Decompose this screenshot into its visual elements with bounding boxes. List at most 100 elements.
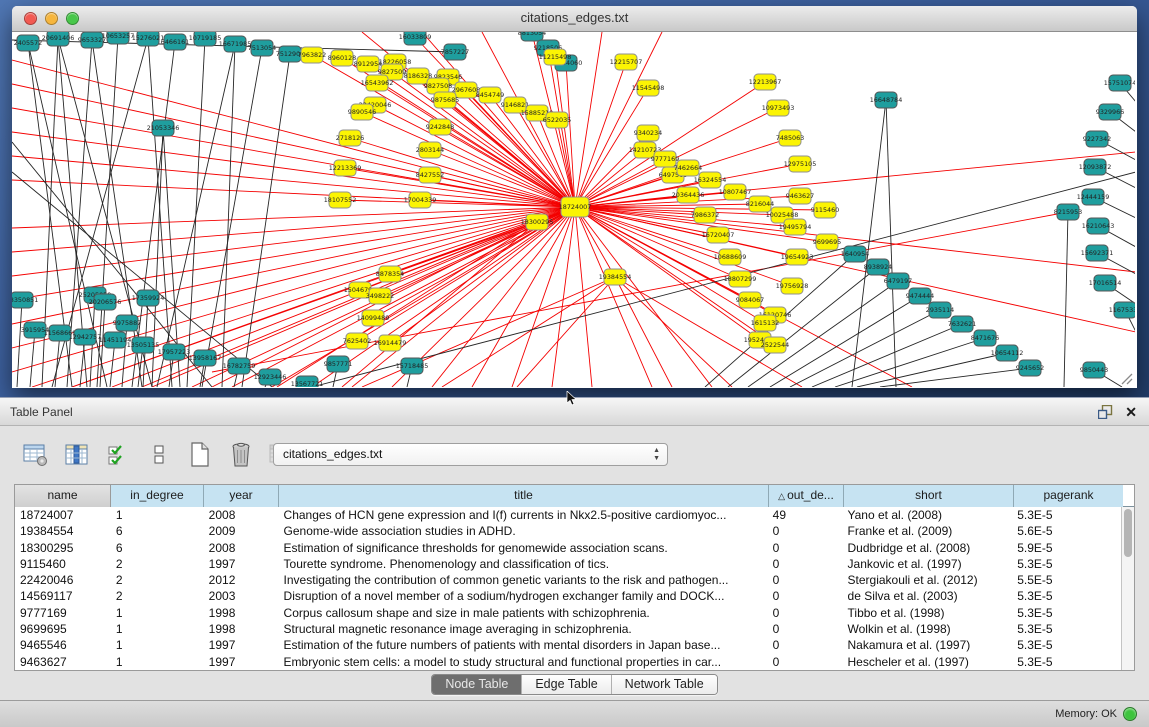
table-cell: 18724007 (15, 507, 111, 523)
citation-network-graph[interactable]: 2405572206914069653327106532571527602164… (12, 32, 1135, 387)
table-select-dropdown[interactable]: citations_edges.txt ▲▼ (273, 443, 668, 466)
select-column-button[interactable] (63, 441, 91, 469)
column-header-title[interactable]: title (279, 485, 769, 507)
table-cell: 14569117 (15, 588, 111, 604)
table-cell: 1997 (204, 637, 279, 653)
table-cell: 9115460 (15, 556, 111, 572)
table-cell: 2012 (204, 572, 279, 588)
cytoscape-desktop: citations_edges.txt 24055722069140696533… (0, 0, 1149, 727)
table-tabbar: Node TableEdge TableNetwork Table (0, 674, 1149, 696)
table-cell: Dudbridge et al. (2008) (843, 540, 1013, 556)
table-cell: 6 (111, 523, 204, 539)
scrollbar-thumb[interactable] (1124, 509, 1132, 557)
table-cell: 9463627 (15, 654, 111, 670)
network-node-label: 9115460 (811, 206, 839, 214)
tab-edge-table[interactable]: Edge Table (521, 675, 610, 694)
network-node-label: 15692371 (1081, 249, 1114, 257)
network-node-label: 10653257 (102, 32, 135, 40)
network-node-label: 1640954 (841, 250, 869, 258)
network-node-label: 18300295 (521, 218, 554, 226)
network-node-label: 9474444 (906, 292, 934, 300)
network-node-label: 2718126 (336, 134, 364, 142)
network-node-label: 7485063 (776, 134, 804, 142)
table-cell: Jankovic et al. (1997) (843, 556, 1013, 572)
network-node-label: 9146821 (501, 101, 529, 109)
table-row[interactable]: 1872400712008Changes of HCN gene express… (15, 507, 1121, 523)
column-header-year[interactable]: year (204, 485, 279, 507)
network-node-label: 19495794 (779, 223, 812, 231)
table-row[interactable]: 1938455462009Genome-wide association stu… (15, 523, 1121, 539)
network-node-label: 9890546 (348, 108, 376, 116)
table-row[interactable]: 1456911722003Disruption of a novel membe… (15, 588, 1121, 604)
deselect-all-button[interactable] (145, 441, 173, 469)
network-node-label: 15718485 (396, 362, 429, 370)
vertical-scrollbar[interactable] (1121, 507, 1134, 670)
column-header-in_degree[interactable]: in_degree (111, 485, 204, 507)
dropdown-stepper-icon: ▲▼ (653, 447, 660, 463)
network-node-label: 10719185 (189, 34, 222, 42)
network-node-label: 2522544 (761, 341, 789, 349)
network-node-label: 9777169 (651, 155, 679, 163)
select-all-button[interactable] (104, 441, 132, 469)
network-node-label: 7632621 (948, 320, 976, 328)
table-cell: 0 (768, 556, 843, 572)
table-row[interactable]: 911546021997Tourette syndrome. Phenomeno… (15, 556, 1121, 572)
column-header-short[interactable]: short (844, 485, 1014, 507)
table-row[interactable]: 977716911998Corpus callosum shape and si… (15, 605, 1121, 621)
network-node-label: 18350851 (12, 296, 38, 304)
table-header-row: namein_degreeyeartitle△out_de...shortpag… (15, 485, 1134, 507)
column-header-name[interactable]: name (15, 485, 111, 507)
table-cell: 0 (768, 523, 843, 539)
network-node-label: 8471676 (971, 334, 999, 342)
table-cell: 0 (768, 637, 843, 653)
table-select-value: citations_edges.txt (283, 447, 382, 461)
table-cell: 5.3E-5 (1012, 621, 1121, 637)
memory-status-indicator[interactable] (1123, 707, 1137, 721)
column-settings-button[interactable] (22, 441, 50, 469)
network-node-label: 16543962 (361, 79, 394, 87)
network-node-label: 6522035 (543, 116, 571, 124)
tab-node-table[interactable]: Node Table (432, 675, 521, 694)
memory-status-label: Memory: OK (1055, 708, 1117, 720)
window-resize-grip[interactable] (1119, 371, 1133, 385)
table-cell: 49 (768, 507, 843, 523)
table-row[interactable]: 946362711997Embryonic stem cells: a mode… (15, 654, 1121, 670)
table-cell: Hescheler et al. (1997) (843, 654, 1013, 670)
mouse-cursor (566, 391, 578, 407)
table-row[interactable]: 969969511998Structural magnetic resonanc… (15, 621, 1121, 637)
table-cell: de Silva et al. (2003) (843, 588, 1013, 604)
table-cell: 1997 (204, 654, 279, 670)
column-header-pagerank[interactable]: pagerank (1014, 485, 1123, 507)
table-cell: 1 (111, 605, 204, 621)
table-cell: 1998 (204, 605, 279, 621)
column-header-out_de[interactable]: △out_de... (769, 485, 844, 507)
table-cell: 2 (111, 556, 204, 572)
network-node-label: 17004339 (404, 196, 437, 204)
network-node-label: 14099489 (357, 314, 390, 322)
tab-network-table[interactable]: Network Table (611, 675, 717, 694)
network-window-titlebar[interactable]: citations_edges.txt (12, 6, 1137, 32)
network-node-label: 9857771 (324, 360, 352, 368)
table-cell: 2008 (204, 507, 279, 523)
new-table-button[interactable] (186, 441, 214, 469)
network-node-label: 10654112 (991, 349, 1024, 357)
network-node-label: 12093872 (1079, 163, 1112, 171)
float-panel-icon[interactable] (1098, 405, 1113, 419)
network-node-label: 8938924 (864, 263, 892, 271)
network-node-label: 8878354 (376, 270, 404, 278)
network-node-label: 16671985 (219, 40, 252, 48)
table-row[interactable]: 1830029562008Estimation of significance … (15, 540, 1121, 556)
network-canvas[interactable]: 2405572206914069653327106532571527602164… (12, 32, 1135, 387)
table-row[interactable]: 946554611997Estimation of the future num… (15, 637, 1121, 653)
network-node-label: 15751074 (1104, 79, 1135, 87)
delete-rows-button[interactable] (227, 441, 255, 469)
network-node-label: 18724007 (559, 203, 592, 211)
close-panel-icon[interactable]: ✕ (1125, 404, 1137, 420)
table-cell: Wolkin et al. (1998) (843, 621, 1013, 637)
table-cell: 6 (111, 540, 204, 556)
table-cell: Stergiakouli et al. (2012) (843, 572, 1013, 588)
table-cell: 5.5E-5 (1012, 572, 1121, 588)
network-node-label: 18107552 (324, 196, 357, 204)
network-node-label: 16648784 (870, 96, 903, 104)
table-row[interactable]: 2242004622012Investigating the contribut… (15, 572, 1121, 588)
